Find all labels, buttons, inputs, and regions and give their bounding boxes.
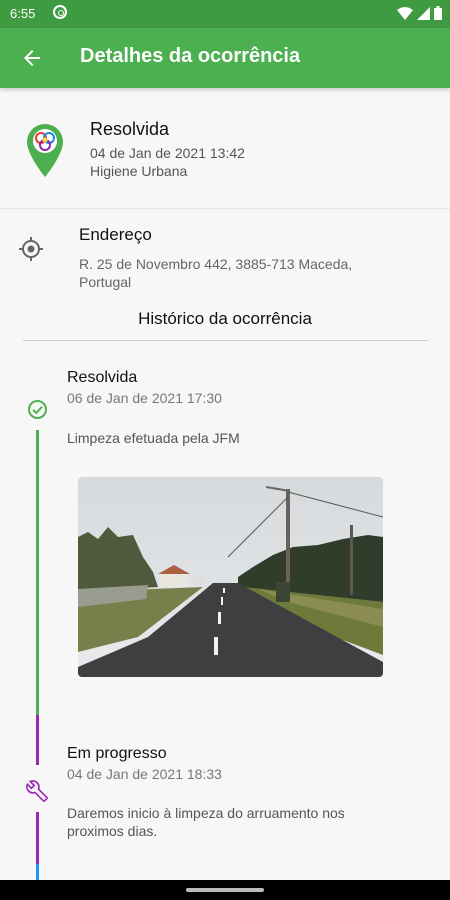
notification-icon: [53, 5, 67, 19]
battery-icon: [434, 6, 442, 20]
home-gesture-handle[interactable]: [186, 888, 264, 892]
signal-icon: [417, 6, 430, 20]
status-bar: 6:55: [0, 0, 450, 28]
history-divider: [23, 340, 428, 341]
wifi-icon: [397, 6, 413, 20]
address-text: R. 25 de Novembro 442, 3885-713 Maceda, …: [79, 256, 353, 290]
event-date: 06 de Jan de 2021 17:30: [67, 390, 222, 406]
road-photo: [78, 477, 383, 677]
app-bar: Detalhes da ocorrência: [0, 28, 450, 88]
occurrence-status: Resolvida: [90, 119, 170, 139]
event-status: Resolvida: [67, 369, 138, 386]
timeline-line-progress-lower: [36, 812, 39, 864]
event-status: Em progresso: [67, 745, 167, 762]
event-photo[interactable]: [78, 477, 383, 677]
event-description: Daremos inicio à limpeza do arruamento n…: [67, 805, 345, 839]
event-date: 04 de Jan de 2021 18:33: [67, 766, 222, 782]
occurrence-date: 04 de Jan de 2021 13:42: [90, 145, 245, 161]
my-location-icon: [19, 237, 43, 261]
timeline-line-pending: [36, 864, 39, 880]
location-pin-icon: [27, 124, 63, 177]
timeline-line-resolved: [36, 430, 39, 715]
address-label: Endereço: [79, 225, 152, 244]
check-circle-icon: [28, 400, 47, 419]
back-arrow-icon[interactable]: [20, 46, 44, 70]
system-nav-bar: [0, 880, 450, 900]
occurrence-summary: Resolvida 04 de Jan de 2021 13:42 Higien…: [0, 88, 450, 209]
status-time: 6:55: [10, 6, 36, 21]
event-description: Limpeza efetuada pela JFM: [67, 430, 240, 446]
wrench-icon: [26, 780, 48, 802]
timeline-line-progress: [36, 715, 39, 765]
occurrence-category: Higiene Urbana: [90, 163, 188, 179]
status-icons: [397, 6, 442, 20]
history-title: Histórico da ocorrência: [138, 309, 312, 328]
page-title: Detalhes da ocorrência: [80, 45, 301, 67]
